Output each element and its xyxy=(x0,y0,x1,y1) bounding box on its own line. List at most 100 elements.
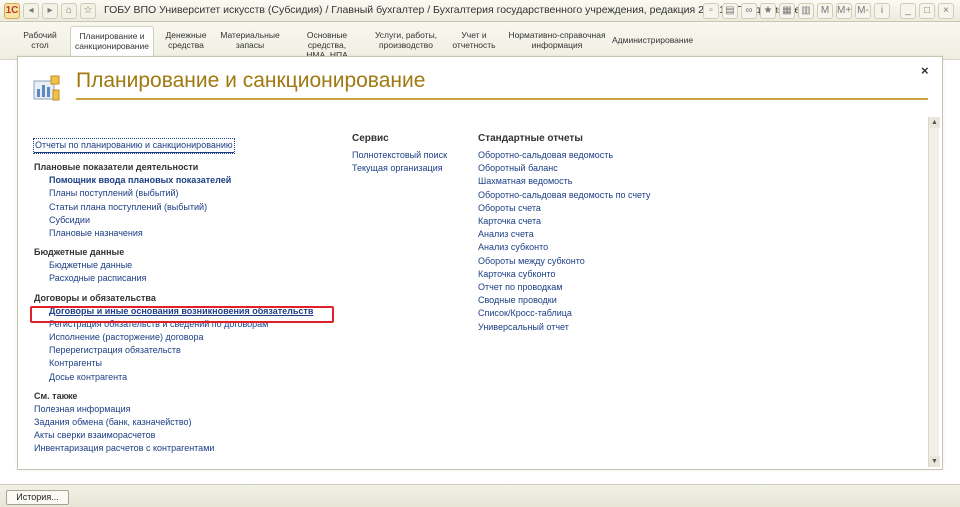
section-services[interactable]: Услуги, работы, производство xyxy=(372,26,440,58)
group-heading: Бюджетные данные xyxy=(34,247,125,258)
link-report[interactable]: Универсальный отчет xyxy=(478,321,650,334)
link-plan-assignments[interactable]: Плановые назначения xyxy=(34,227,313,240)
planning-chart-icon xyxy=(33,75,60,101)
section-label: Основные средства, xyxy=(306,30,348,50)
link-budget-data[interactable]: Бюджетные данные xyxy=(34,259,313,272)
window-title: ГОБУ ВПО Университет искусств (Субсидия)… xyxy=(104,4,804,16)
section-label: Материальные xyxy=(220,30,280,40)
section-label: Денежные xyxy=(165,30,207,40)
section-label: запасы xyxy=(235,40,265,50)
link-report[interactable]: Сводные проводки xyxy=(478,294,650,307)
section-label: Услуги, работы, xyxy=(374,30,438,40)
favorite-icon[interactable]: ★ xyxy=(760,3,776,19)
section-label: производство xyxy=(379,40,433,50)
link-exchange-tasks[interactable]: Задания обмена (банк, казначейство) xyxy=(34,416,313,429)
star-icon[interactable]: ☆ xyxy=(80,3,96,19)
title-bar-controls: ▫ ▤ ∞ ★ ▦ ▥ M M+ M- i _ □ × xyxy=(703,3,954,19)
section-admin[interactable]: Администрирование xyxy=(612,26,694,58)
link-expense-schedules[interactable]: Расходные расписания xyxy=(34,272,313,285)
close-panel-icon[interactable]: × xyxy=(921,63,929,78)
main-panel: Планирование и санкционирование × ▲ ▼ От… xyxy=(17,56,943,470)
section-label: санкционирование xyxy=(75,41,149,51)
forward-icon[interactable]: ▸ xyxy=(42,3,58,19)
link-report[interactable]: Оборотно-сальдовая ведомость xyxy=(478,149,650,162)
section-label: Администрирование xyxy=(612,35,694,45)
bottom-bar: История... xyxy=(0,484,960,507)
link-obligations-reregistration[interactable]: Перерегистрация обязательств xyxy=(34,344,313,357)
back-icon[interactable]: ◂ xyxy=(23,3,39,19)
link-report[interactable]: Анализ субконто xyxy=(478,241,650,254)
section-accounting[interactable]: Учет и отчетность xyxy=(446,26,502,58)
section-label: Рабочий xyxy=(23,30,57,40)
link-counterparties[interactable]: Контрагенты xyxy=(34,357,313,370)
section-fixed-assets[interactable]: Основные средства, НМА, НПА xyxy=(287,26,367,60)
print-icon[interactable]: ▤ xyxy=(722,3,738,19)
link-inventory-settlements[interactable]: Инвентаризация расчетов с контрагентами xyxy=(34,442,313,455)
close-window-icon[interactable]: × xyxy=(938,3,954,19)
link-report[interactable]: Отчет по проводкам xyxy=(478,281,650,294)
section-label: Учет и xyxy=(461,30,487,40)
link-receipts-plans[interactable]: Планы поступлений (выбытий) xyxy=(34,187,313,200)
title-bar-tools: 1С ◂ ▸ ⌂ ☆ xyxy=(4,3,96,19)
link-report[interactable]: Карточка счета xyxy=(478,215,650,228)
save-icon[interactable]: ▫ xyxy=(703,3,719,19)
link-icon[interactable]: ∞ xyxy=(741,3,757,19)
link-current-organization[interactable]: Текущая организация xyxy=(352,162,447,175)
app-menu-icon[interactable]: 1С xyxy=(4,3,20,19)
history-button[interactable]: История... xyxy=(6,490,69,505)
section-planning[interactable]: Планирование и санкционирование xyxy=(70,26,154,60)
section-label: информация xyxy=(531,40,583,50)
link-counterparty-dossier[interactable]: Досье контрагента xyxy=(34,371,313,384)
home-icon[interactable]: ⌂ xyxy=(61,3,77,19)
calendar-icon[interactable]: ▥ xyxy=(798,3,814,19)
scroll-down-icon[interactable]: ▼ xyxy=(929,456,940,467)
reports-heading: Стандартные отчеты xyxy=(478,133,583,144)
memory-icon[interactable]: M xyxy=(817,3,833,19)
section-label: Нормативно-справочная xyxy=(508,30,606,40)
calculator-icon[interactable]: ▦ xyxy=(779,3,795,19)
info-icon[interactable]: i xyxy=(874,3,890,19)
column-standard-reports: Стандартные отчеты Оборотно-сальдовая ве… xyxy=(478,132,650,334)
section-cash[interactable]: Денежные средства xyxy=(158,26,214,58)
section-label: стол xyxy=(31,40,49,50)
link-plan-items[interactable]: Статьи плана поступлений (выбытий) xyxy=(34,201,313,214)
service-heading: Сервис xyxy=(352,133,389,144)
maximize-icon[interactable]: □ xyxy=(919,3,935,19)
link-report[interactable]: Шахматная ведомость xyxy=(478,175,650,188)
section-desktop[interactable]: Рабочий стол xyxy=(12,26,68,58)
group-heading: См. также xyxy=(34,390,78,401)
link-report[interactable]: Карточка субконто xyxy=(478,268,650,281)
link-planning-reports[interactable]: Отчеты по планированию и санкционировани… xyxy=(33,137,235,155)
group-heading: Договоры и обязательства xyxy=(34,292,156,303)
link-report[interactable]: Обороты счета xyxy=(478,202,650,215)
link-report[interactable]: Анализ счета xyxy=(478,228,650,241)
memory-minus-icon[interactable]: M- xyxy=(855,3,871,19)
page-title: Планирование и санкционирование xyxy=(76,69,426,92)
memory-plus-icon[interactable]: M+ xyxy=(836,3,852,19)
link-useful-info[interactable]: Полезная информация xyxy=(34,403,313,416)
scroll-up-icon[interactable]: ▲ xyxy=(929,117,940,128)
title-bar: 1С ◂ ▸ ⌂ ☆ ГОБУ ВПО Университет искусств… xyxy=(0,0,960,22)
link-reconciliation-acts[interactable]: Акты сверки взаиморасчетов xyxy=(34,429,313,442)
section-materials[interactable]: Материальные запасы xyxy=(218,26,282,58)
section-label: Планирование и xyxy=(79,31,145,41)
title-divider xyxy=(76,98,928,100)
link-report[interactable]: Обороты между субконто xyxy=(478,255,650,268)
link-report[interactable]: Оборотный баланс xyxy=(478,162,650,175)
column-service: Сервис Полнотекстовый поиск Текущая орга… xyxy=(352,132,447,175)
link-subsidies[interactable]: Субсидии xyxy=(34,214,313,227)
link-fulltext-search[interactable]: Полнотекстовый поиск xyxy=(352,149,447,162)
section-label: отчетность xyxy=(452,40,496,50)
minimize-icon[interactable]: _ xyxy=(900,3,916,19)
section-label: средства xyxy=(168,40,204,50)
column-main-functions: Отчеты по планированию и санкционировани… xyxy=(33,135,313,456)
link-contract-execution[interactable]: Исполнение (расторжение) договора xyxy=(34,331,313,344)
link-report[interactable]: Список/Кросс-таблица xyxy=(478,307,650,320)
group-heading: Плановые показатели деятельности xyxy=(34,162,199,173)
section-reference[interactable]: Нормативно-справочная информация xyxy=(508,26,606,58)
sections-panel: Рабочий стол Планирование и санкциониров… xyxy=(0,22,960,60)
scrollbar[interactable]: ▲ ▼ xyxy=(928,117,940,467)
link-plan-assistant[interactable]: Помощник ввода плановых показателей xyxy=(34,174,313,187)
highlight-box xyxy=(30,306,334,323)
link-report[interactable]: Оборотно-сальдовая ведомость по счету xyxy=(478,189,650,202)
